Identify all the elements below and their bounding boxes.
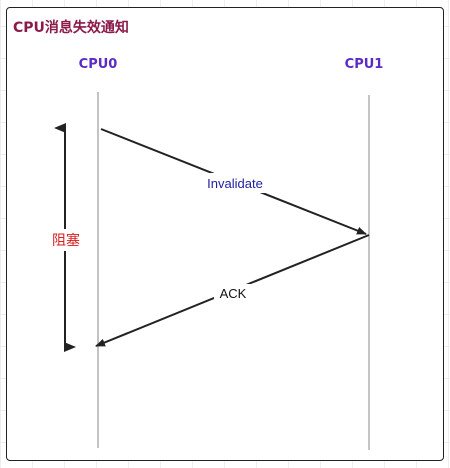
sequence-canvas: Invalidate ACK 阻塞 <box>48 92 370 450</box>
invalidate-label: Invalidate <box>207 176 263 191</box>
ack-label: ACK <box>220 286 247 301</box>
blocking-label: 阻塞 <box>52 232 80 249</box>
